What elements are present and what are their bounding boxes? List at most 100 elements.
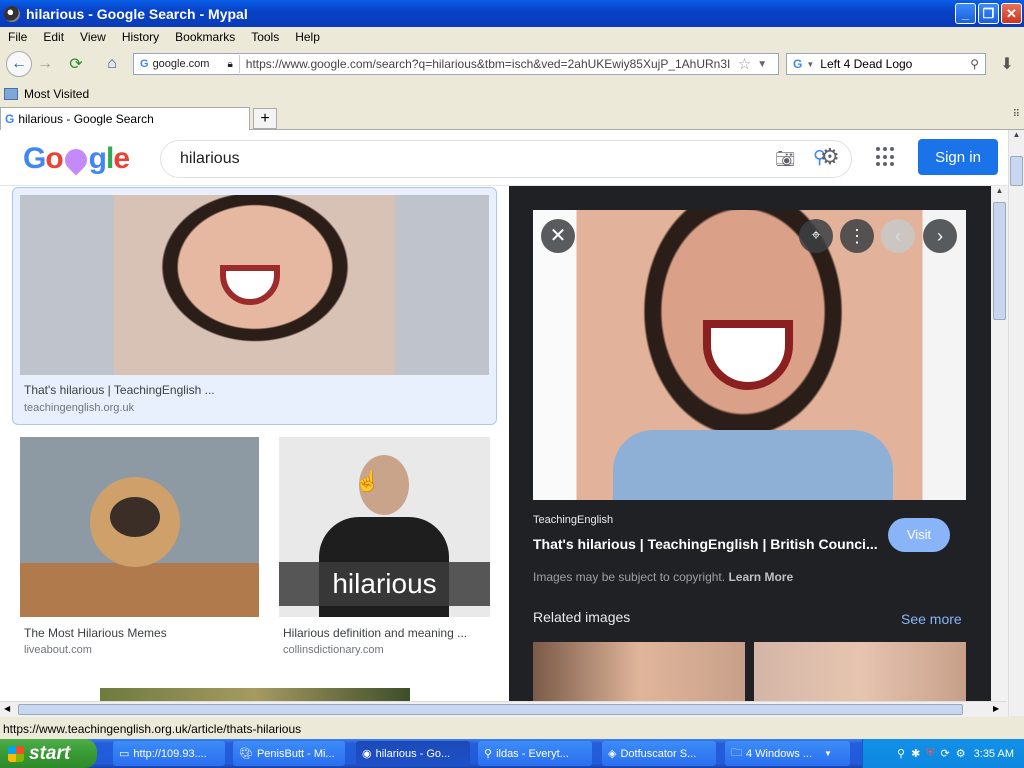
previous-image-button[interactable]: ‹ [881,219,915,253]
start-label: start [29,742,71,764]
result-caption[interactable]: The Most Hilarious Memes [24,626,167,640]
taskbar-item[interactable]: 🎨︎ PenisButt - Mi... [233,741,345,766]
google-search-input[interactable]: hilarious 📷︎ ⚲ [160,140,852,178]
menu-history[interactable]: History [114,30,167,44]
tray-shield-icon[interactable]: ⛨ [926,747,934,760]
close-window-button[interactable]: ✕ [1001,3,1022,24]
sign-in-button[interactable]: Sign in [918,139,998,175]
tray-sync-icon[interactable]: ⟳ [941,747,950,760]
copyright-text: Images may be subject to copyright. [533,570,726,584]
bookmarks-toolbar: Most Visited [0,84,1024,104]
hand-cursor-icon: ☝ [355,471,380,493]
taskbar-item-label: hilarious - Go... [375,747,451,760]
scroll-thumb[interactable] [1010,156,1023,186]
scroll-thumb[interactable] [993,202,1006,320]
result-caption[interactable]: That's hilarious | TeachingEnglish ... [24,383,215,397]
visit-button[interactable]: Visit [888,518,950,552]
forward-icon[interactable]: → [32,51,58,77]
reload-icon[interactable]: ⟳ [63,51,89,77]
tab-label: hilarious - Google Search [18,112,154,126]
taskbar-item[interactable]: ⚲ ildas - Everyt... [478,741,592,766]
taskbar-item[interactable]: ▭ http://109.93.... [113,741,225,766]
search-go-icon[interactable]: ⚲ [970,57,979,71]
scroll-up-arrow-icon[interactable]: ▲ [1009,130,1024,146]
search-engine-icon[interactable]: G [793,57,802,71]
home-icon[interactable]: ⌂ [99,51,125,77]
see-more-link[interactable]: See more [901,611,962,627]
next-image-button[interactable]: › [923,219,957,253]
folder-icon: 🗀 [731,747,742,759]
taskbar-item[interactable]: ◈ Dotfuscator S... [602,741,716,766]
taskbar-item-label: 4 Windows ... [746,747,813,760]
result-thumbnail[interactable] [20,195,489,375]
tray-search-icon[interactable]: ⚲ [897,747,905,760]
back-icon[interactable]: ← [6,51,32,77]
url-text: https://www.google.com/search?q=hilariou… [245,57,730,71]
google-apps-icon[interactable] [876,147,896,167]
page-scrollbar[interactable]: ▲ [1008,130,1024,716]
learn-more-link[interactable]: Learn More [728,570,793,584]
result-caption[interactable]: Hilarious definition and meaning ... [283,626,488,640]
close-preview-button[interactable]: ✕ [541,219,575,253]
search-bar-value: Left 4 Dead Logo [820,57,913,71]
tray-network-icon[interactable]: ✱ [911,747,920,760]
result-card[interactable]: hilarious ☝ Hilarious definition and mea… [279,437,491,659]
thumbnail-overlay-text: hilarious [279,562,490,606]
menu-file[interactable]: File [0,30,35,44]
copyright-notice: Images may be subject to copyright. Lear… [533,570,793,584]
bookmark-star-icon[interactable]: ☆ [738,55,751,73]
scroll-up-arrow-icon[interactable]: ▲ [991,186,1008,202]
minimize-button[interactable]: _ [955,3,976,24]
scroll-thumb[interactable] [18,704,963,715]
preview-title[interactable]: That's hilarious | TeachingEnglish | Bri… [533,536,883,552]
google-doodle-logo[interactable]: Go gle [23,142,130,176]
paint-icon: 🎨︎ [239,748,253,760]
menu-help[interactable]: Help [287,30,328,44]
maximize-button[interactable]: ❐ [978,3,999,24]
page-content: Go gle hilarious 📷︎ ⚲ ⚙ Sign in That's hi… [0,130,1024,716]
menu-bookmarks[interactable]: Bookmarks [167,30,243,44]
menu-tools[interactable]: Tools [243,30,287,44]
new-tab-button[interactable]: + [253,108,277,129]
result-thumbnail[interactable] [20,437,259,617]
scroll-left-arrow-icon[interactable]: ◀ [4,704,10,713]
tab-list-icon[interactable]: ⠿ [1013,109,1020,120]
preview-source[interactable]: TeachingEnglish [533,514,613,526]
result-card-selected[interactable]: That's hilarious | TeachingEnglish ... t… [12,187,497,425]
site-identity[interactable]: G google.com 🔒︎ [136,55,240,73]
start-button[interactable]: start [0,739,97,768]
result-domain: liveabout.com [24,644,92,656]
lens-search-button[interactable]: ⌖ [799,219,833,253]
tray-settings-icon[interactable]: ⚙ [956,747,966,760]
result-card[interactable]: The Most Hilarious Memes liveabout.com [20,437,260,659]
tab-strip: G hilarious - Google Search + ⠿ [0,105,1024,130]
preview-image[interactable] [533,210,966,500]
panel-scrollbar[interactable]: ▲ ▼ [991,186,1008,716]
menu-edit[interactable]: Edit [35,30,72,44]
result-domain: collinsdictionary.com [283,644,384,656]
menu-view[interactable]: View [72,30,114,44]
window-icon: ▭ [119,748,130,760]
engine-dropdown-icon[interactable]: ▼ [806,60,814,69]
settings-gear-icon[interactable]: ⚙ [820,144,840,170]
tab-google-search[interactable]: G hilarious - Google Search [0,107,250,130]
taskbar-item-label: http://109.93.... [133,747,207,760]
browser-icon: ◉ [362,748,372,760]
menu-bar: File Edit View History Bookmarks Tools H… [0,27,1024,47]
bookmark-folder-icon [4,88,18,100]
most-visited-link[interactable]: Most Visited [24,87,89,101]
navigation-toolbar: ← → ⟳ ⌂ G google.com 🔒︎ https://www.goog… [0,47,1024,81]
horizontal-scrollbar[interactable]: ◀ ▶ [0,701,1007,717]
search-bar[interactable]: G ▼ Left 4 Dead Logo ⚲ [786,53,986,75]
address-bar[interactable]: G google.com 🔒︎ https://www.google.com/s… [133,53,779,75]
camera-icon[interactable]: 📷︎ [775,149,795,169]
history-dropdown-icon[interactable]: ▼ [757,59,767,70]
window-titlebar: hilarious - Google Search - Mypal _ ❐ ✕ [0,0,1024,27]
result-thumbnail[interactable]: hilarious [279,437,490,617]
scroll-right-arrow-icon[interactable]: ▶ [993,704,999,713]
taskbar-item-label: Dotfuscator S... [620,747,697,760]
download-icon[interactable]: ⬇ [994,51,1020,77]
taskbar-item-active[interactable]: ◉ hilarious - Go... [356,741,470,766]
taskbar-group[interactable]: 🗀 4 Windows ... ▼ [725,741,850,766]
more-options-button[interactable]: ⋮ [840,219,874,253]
